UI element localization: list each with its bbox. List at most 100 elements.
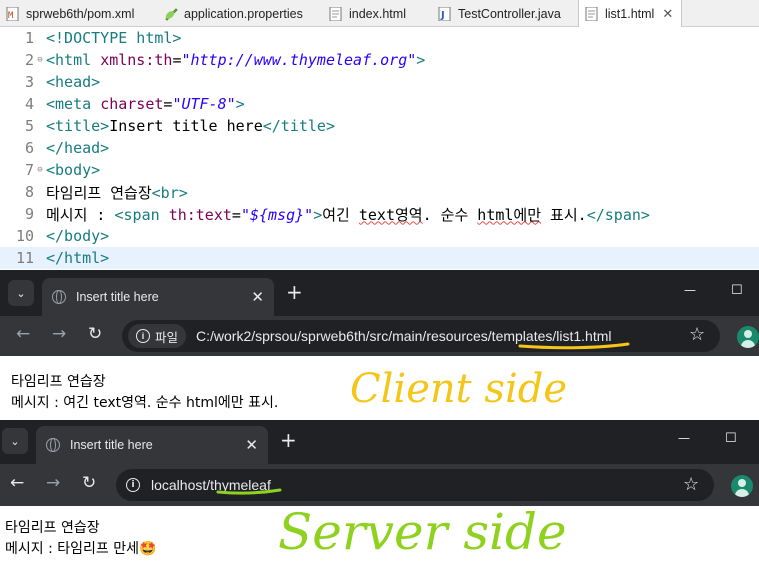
editor-tab-application-properties[interactable]: application.properties (164, 0, 303, 27)
line-number: 1 (24, 29, 34, 47)
new-tab-button[interactable]: + (280, 428, 297, 452)
code-token: <body> (46, 161, 101, 179)
back-button[interactable]: ← (10, 473, 24, 493)
line-number: 10 (15, 227, 34, 245)
minimize-button[interactable]: — (678, 431, 690, 445)
fold-toggle-icon[interactable]: ⊖ (34, 165, 46, 175)
code-line-current: 11 </html> (0, 247, 759, 269)
file-scheme-chip[interactable]: i 파일 (128, 324, 187, 348)
code-token: charset (100, 95, 164, 113)
line-number: 7 (24, 161, 34, 179)
properties-file-icon (164, 7, 178, 21)
code-token: 메시지 : (46, 205, 115, 224)
code-line: 3 <head> (0, 71, 759, 93)
code-editor[interactable]: 1 <!DOCTYPE html> 2 ⊖ <html xmlns:th="htt… (0, 27, 759, 270)
editor-tab-index-html[interactable]: index.html (329, 0, 406, 27)
editor-tab-label: list1.html (605, 7, 655, 21)
html-file-icon (329, 6, 343, 21)
line-number: 11 (15, 249, 34, 267)
client-browser-titlebar: ⌄ Insert title here ✕ + — ☐ (0, 270, 759, 316)
new-tab-button[interactable]: + (286, 280, 303, 304)
forward-button[interactable]: → (52, 324, 66, 344)
line-number: 6 (24, 139, 34, 157)
close-tab-icon[interactable]: ✕ (251, 288, 264, 306)
code-token: 타임리프 연습장 (46, 183, 152, 202)
code-line: 7 ⊖ <body> (0, 159, 759, 181)
code-token: > (313, 205, 323, 224)
code-line: 10 </body> (0, 225, 759, 247)
tab-search-button[interactable]: ⌄ (8, 280, 34, 306)
address-url[interactable]: localhost/thymeleaf (151, 477, 271, 493)
close-tab-icon[interactable]: ✕ (245, 436, 258, 454)
code-token: th:text (168, 205, 232, 224)
line-number: 2 (24, 51, 34, 69)
address-bar[interactable]: i 파일 C:/work2/sprsou/sprweb6th/src/main/… (122, 320, 720, 352)
code-token: </html> (46, 249, 110, 267)
svg-text:J: J (440, 10, 445, 21)
forward-button[interactable]: → (46, 473, 60, 493)
tab-title: Insert title here (70, 438, 153, 452)
code-line: 6 </head> (0, 137, 759, 159)
java-file-icon: J (438, 6, 452, 21)
page-message-body: 메시지 : 타임리프 만세 (5, 541, 139, 557)
code-token: <html (46, 51, 101, 69)
bookmark-star-icon[interactable]: ☆ (683, 474, 699, 495)
code-token: > (416, 51, 426, 69)
back-button[interactable]: ← (16, 324, 30, 344)
code-line: 1 <!DOCTYPE html> (0, 27, 759, 49)
maximize-button[interactable]: ☐ (725, 431, 737, 446)
code-token: </span> (586, 205, 650, 224)
code-token: 표시. (541, 205, 587, 224)
page-heading-text: 타임리프 연습장 (11, 374, 106, 390)
code-line: 5 <title>Insert title here</title> (0, 115, 759, 137)
line-number: 9 (24, 205, 34, 223)
reload-button[interactable]: ↻ (88, 324, 102, 344)
svg-text:M: M (8, 11, 14, 21)
code-token: </body> (46, 227, 110, 245)
line-number: 3 (24, 73, 34, 91)
code-line: 9 메시지 : <span th:text="${msg}">여긴 text영역… (0, 203, 759, 225)
code-token: 여긴 (322, 205, 359, 224)
client-browser-tab[interactable]: Insert title here ✕ (42, 278, 274, 316)
line-number: 8 (24, 183, 34, 201)
tab-search-button[interactable]: ⌄ (2, 428, 28, 454)
profile-avatar[interactable] (737, 326, 759, 348)
code-token: "${msg}" (240, 205, 314, 224)
line-number: 5 (24, 117, 34, 135)
code-token: <head> (46, 73, 101, 91)
line-number: 4 (24, 95, 34, 113)
code-token: <br> (151, 183, 188, 202)
editor-tab-label: application.properties (184, 6, 303, 21)
code-token: <!DOCTYPE html> (46, 29, 182, 47)
editor-tab-bar: M sprweb6th/pom.xml application.properti… (0, 0, 759, 28)
close-icon[interactable]: ✕ (662, 6, 673, 22)
editor-tab-testcontroller-java[interactable]: J TestController.java (438, 0, 561, 27)
code-token: = (231, 205, 241, 224)
info-icon[interactable]: i (126, 478, 140, 492)
spelling-warning-token: text영역 (358, 205, 423, 224)
profile-avatar[interactable] (731, 475, 753, 497)
code-token: "http://www.thymeleaf.org" (181, 51, 417, 69)
globe-icon (52, 290, 66, 304)
code-token: <meta (46, 95, 101, 113)
address-url[interactable]: C:/work2/sprsou/sprweb6th/src/main/resou… (196, 328, 611, 344)
editor-tab-label: sprweb6th/pom.xml (26, 6, 135, 21)
editor-tab-list1-html[interactable]: list1.html ✕ (578, 0, 683, 28)
code-token: . 순수 (422, 205, 478, 224)
file-scheme-label: 파일 (155, 330, 179, 345)
minimize-button[interactable]: — (684, 283, 696, 297)
spelling-warning-token: html에만 (477, 205, 542, 224)
code-token: > (235, 95, 245, 113)
server-browser-tab[interactable]: Insert title here ✕ (36, 426, 268, 464)
code-line: 2 ⊖ <html xmlns:th="http://www.thymeleaf.… (0, 49, 759, 71)
page-heading-text: 타임리프 연습장 (5, 520, 100, 536)
fold-toggle-icon[interactable]: ⊖ (34, 55, 46, 65)
editor-tab-pom-xml[interactable]: M sprweb6th/pom.xml (6, 0, 134, 27)
maximize-button[interactable]: ☐ (731, 283, 743, 298)
tab-title: Insert title here (76, 290, 159, 304)
bookmark-star-icon[interactable]: ☆ (689, 324, 705, 345)
server-browser-titlebar: ⌄ Insert title here ✕ + — ☐ (0, 420, 759, 464)
reload-button[interactable]: ↻ (82, 473, 96, 493)
server-browser-toolbar: ← → ↻ i localhost/thymeleaf ☆ (0, 464, 759, 506)
address-bar[interactable]: i localhost/thymeleaf (116, 469, 714, 501)
